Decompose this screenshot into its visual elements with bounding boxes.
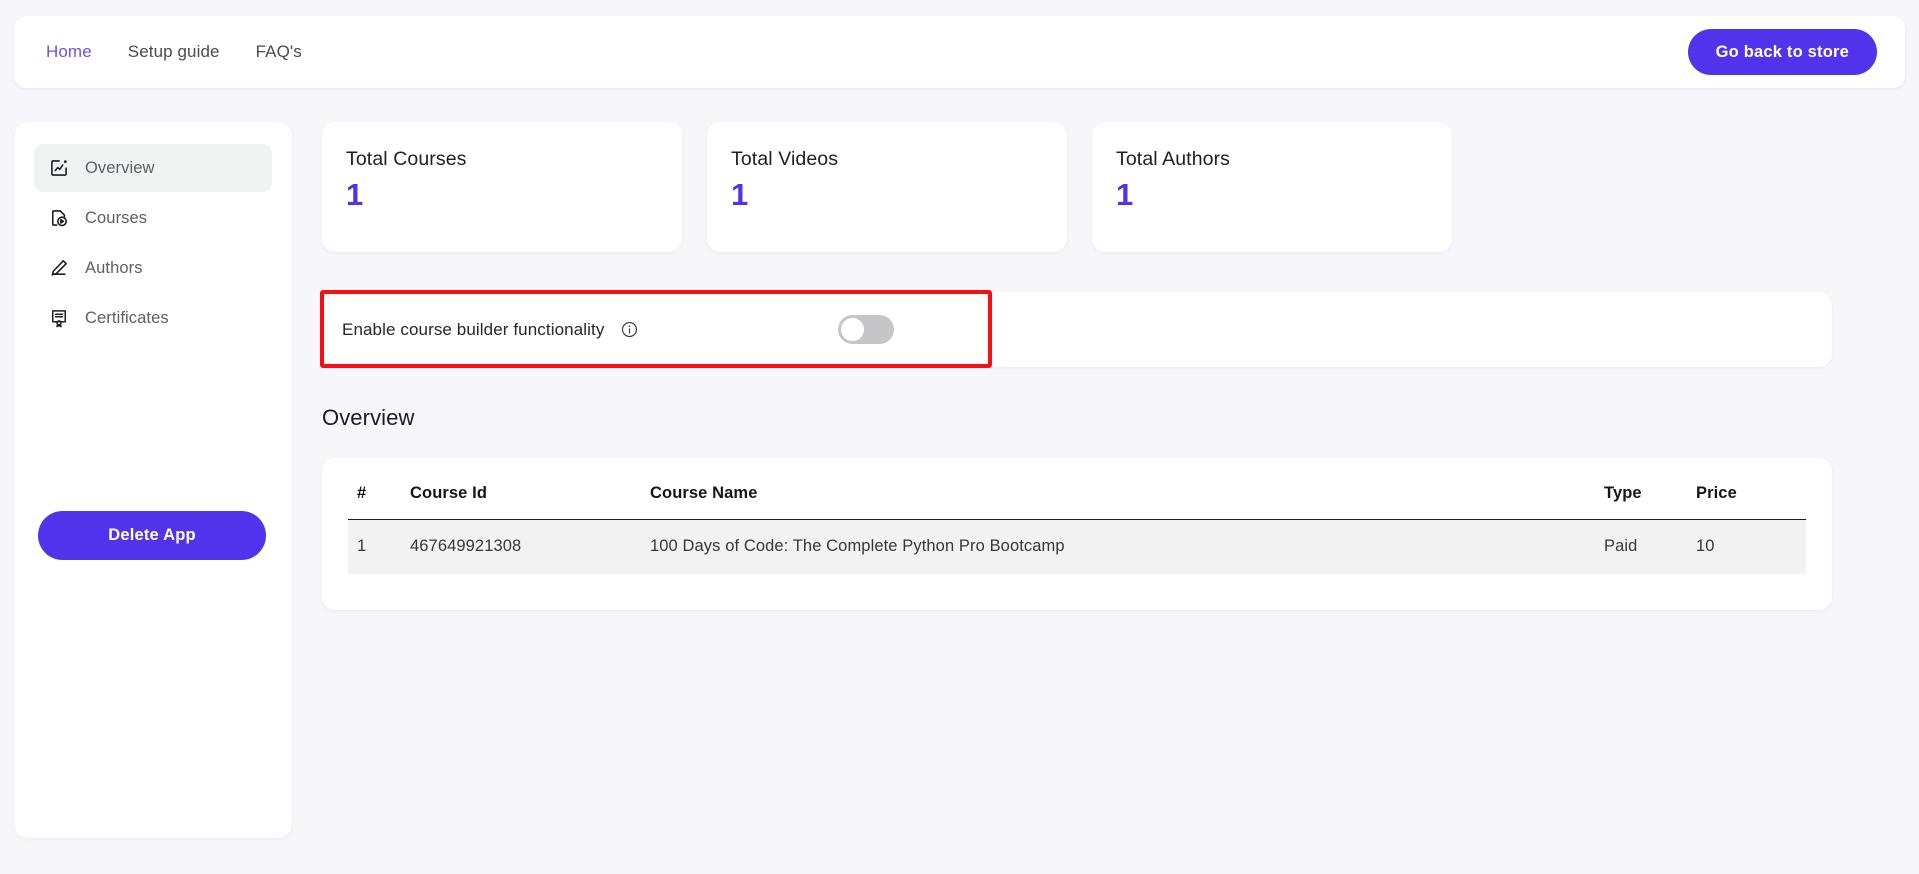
cell-number: 1 bbox=[348, 519, 410, 574]
courses-table: # Course Id Course Name Type Price 1 467… bbox=[348, 458, 1806, 574]
sidebar-item-label-overview: Overview bbox=[85, 158, 155, 177]
pencil-icon bbox=[48, 257, 70, 279]
overview-section-title: Overview bbox=[322, 405, 415, 430]
chart-box-icon bbox=[48, 157, 70, 179]
top-navigation-bar: Home Setup guide FAQ's Go back to store bbox=[14, 16, 1905, 88]
column-header-price: Price bbox=[1696, 458, 1806, 520]
nav-item-faqs[interactable]: FAQ's bbox=[256, 42, 302, 62]
sidebar: Overview Courses Authors Certificates De… bbox=[14, 122, 292, 838]
sidebar-item-overview[interactable]: Overview bbox=[34, 144, 272, 192]
cell-type: Paid bbox=[1604, 519, 1696, 574]
courses-table-body: 1 467649921308 100 Days of Code: The Com… bbox=[348, 519, 1806, 574]
toggle-knob bbox=[841, 318, 865, 341]
cell-course-name: 100 Days of Code: The Complete Python Pr… bbox=[650, 519, 1604, 574]
stat-value-total-videos: 1 bbox=[731, 177, 749, 212]
table-row[interactable]: 1 467649921308 100 Days of Code: The Com… bbox=[348, 519, 1806, 574]
go-back-to-store-button[interactable]: Go back to store bbox=[1687, 29, 1877, 75]
stat-card-total-videos: Total Videos 1 bbox=[707, 122, 1067, 252]
main-nav: Home Setup guide FAQ's bbox=[46, 42, 302, 62]
course-builder-label: Enable course builder functionality bbox=[342, 319, 605, 339]
course-play-icon bbox=[48, 207, 70, 229]
sidebar-item-label-certificates: Certificates bbox=[85, 308, 169, 327]
stat-card-total-courses: Total Courses 1 bbox=[322, 122, 682, 252]
info-circle-icon[interactable] bbox=[621, 321, 638, 338]
stat-title-total-videos: Total Videos bbox=[731, 148, 839, 170]
sidebar-item-label-authors: Authors bbox=[85, 258, 143, 277]
nav-item-setup-guide[interactable]: Setup guide bbox=[128, 42, 220, 62]
stat-title-total-courses: Total Courses bbox=[346, 148, 467, 170]
sidebar-item-authors[interactable]: Authors bbox=[34, 244, 272, 292]
cell-price: 10 bbox=[1696, 519, 1806, 574]
app-page: Home Setup guide FAQ's Go back to store … bbox=[0, 0, 1919, 874]
stat-card-total-authors: Total Authors 1 bbox=[1092, 122, 1452, 252]
courses-table-card: # Course Id Course Name Type Price 1 467… bbox=[322, 458, 1832, 610]
sidebar-item-label-courses: Courses bbox=[85, 208, 148, 227]
column-header-number: # bbox=[348, 458, 410, 520]
column-header-course-id: Course Id bbox=[410, 458, 650, 520]
certificate-icon bbox=[48, 307, 70, 329]
nav-item-home[interactable]: Home bbox=[46, 42, 92, 62]
column-header-course-name: Course Name bbox=[650, 458, 1604, 520]
stat-title-total-authors: Total Authors bbox=[1116, 148, 1231, 170]
courses-table-head: # Course Id Course Name Type Price bbox=[348, 458, 1806, 520]
course-builder-toggle[interactable] bbox=[838, 315, 895, 344]
sidebar-item-certificates[interactable]: Certificates bbox=[34, 294, 272, 342]
stat-cards: Total Courses 1 Total Videos 1 Total Aut… bbox=[322, 122, 1452, 252]
course-builder-row: Enable course builder functionality bbox=[322, 292, 1832, 367]
delete-app-button[interactable]: Delete App bbox=[38, 511, 266, 560]
stat-value-total-authors: 1 bbox=[1116, 177, 1134, 212]
sidebar-item-courses[interactable]: Courses bbox=[34, 194, 272, 242]
table-header-row: # Course Id Course Name Type Price bbox=[348, 458, 1806, 520]
cell-course-id: 467649921308 bbox=[410, 519, 650, 574]
column-header-type: Type bbox=[1604, 458, 1696, 520]
stat-value-total-courses: 1 bbox=[346, 177, 364, 212]
